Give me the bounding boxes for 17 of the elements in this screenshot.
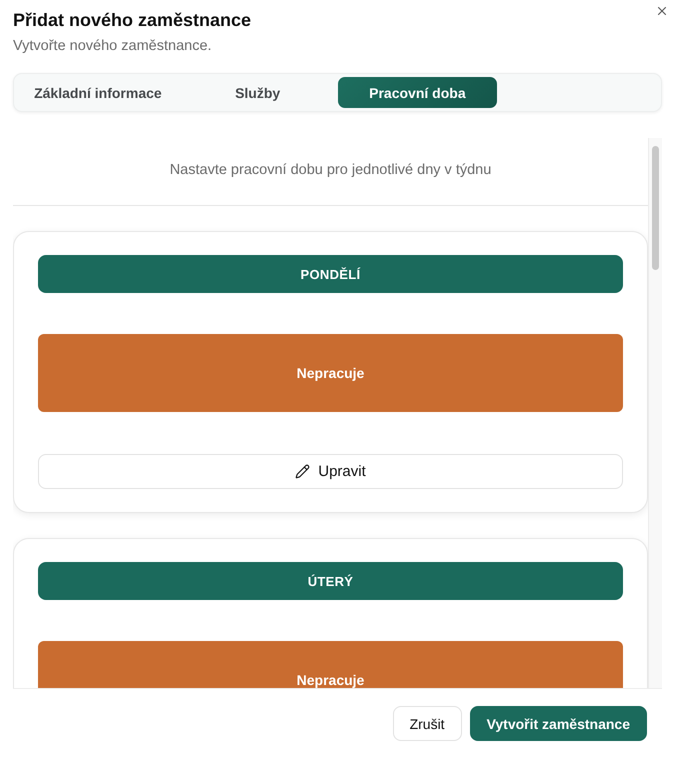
day-header: PONDĚLÍ: [38, 255, 623, 293]
pencil-icon: [295, 464, 310, 479]
close-icon: [655, 4, 669, 18]
dialog-subtitle: Vytvořte nového zaměstnance.: [13, 37, 212, 56]
tab[interactable]: Základní informace: [18, 77, 178, 108]
cancel-button[interactable]: Zrušit: [392, 706, 462, 741]
edit-button[interactable]: Upravit: [38, 454, 623, 489]
status-block: Nepracuje: [38, 334, 623, 412]
dialog-title: Přidat nového zaměstnance: [13, 9, 252, 32]
create-button[interactable]: Vytvořit zaměstnance: [470, 706, 647, 741]
hint-text: Nastavte pracovní dobu pro jednotlivé dny v týdnu: [170, 161, 492, 180]
status-block: Nepracuje: [38, 641, 623, 688]
day-header: ÚTERÝ: [38, 562, 623, 600]
scrollbar-track[interactable]: [648, 138, 662, 688]
tab[interactable]: Služby: [178, 77, 338, 108]
tab[interactable]: Pracovní doba: [338, 77, 498, 108]
scrollbar-thumb[interactable]: [652, 146, 659, 270]
